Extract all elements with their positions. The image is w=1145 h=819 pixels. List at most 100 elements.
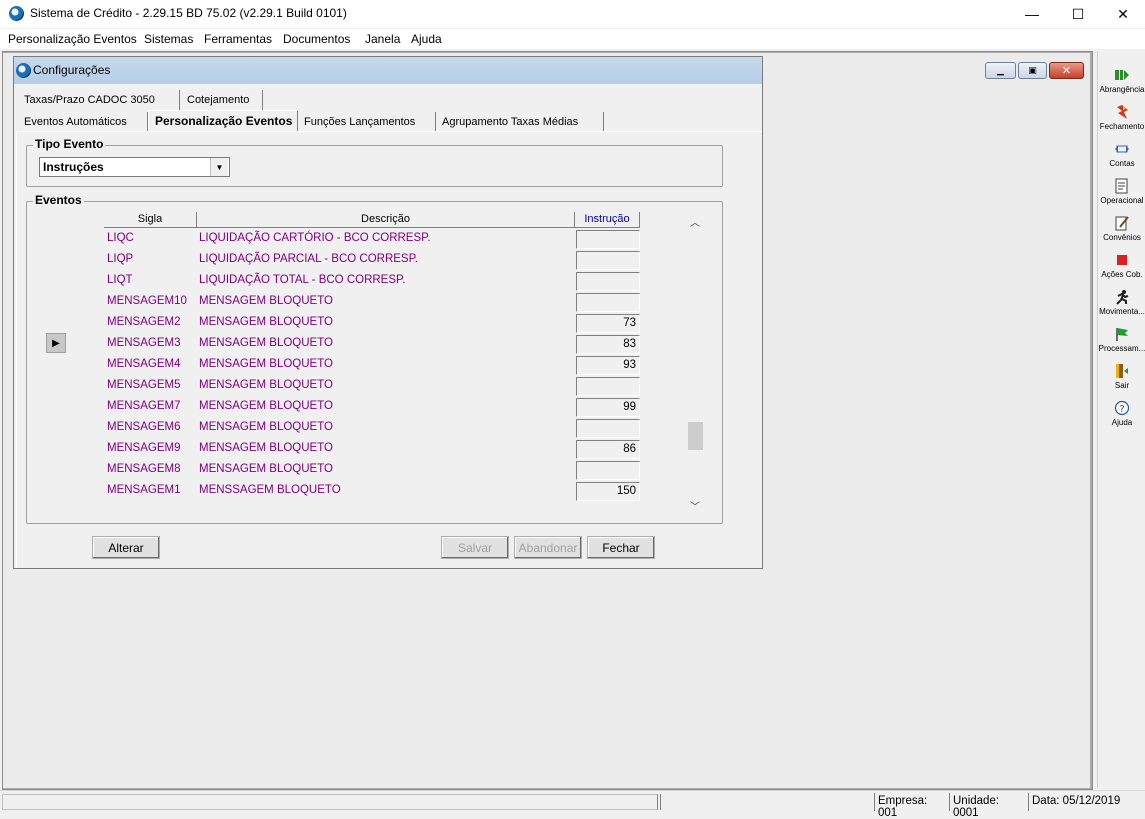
instrucao-input[interactable] <box>576 461 640 480</box>
menu-janela[interactable]: Janela <box>365 32 400 46</box>
status-data: Data: 05/12/2019 <box>1028 793 1128 811</box>
app-icon <box>9 6 24 21</box>
cell-sigla: MENSAGEM6 <box>107 421 181 433</box>
toolbar-contas[interactable]: Contas <box>1098 141 1145 168</box>
contas-icon <box>1114 141 1130 157</box>
scroll-down-icon[interactable]: ﹀ <box>686 496 704 514</box>
table-row[interactable]: MENSAGEM3 MENSAGEM BLOQUETO 83 <box>104 334 644 355</box>
toolbar-sair[interactable]: Sair <box>1098 363 1145 390</box>
toolbar-acoes-cob[interactable]: Ações Cob. <box>1098 252 1145 279</box>
instrucao-input[interactable]: 83 <box>576 335 640 354</box>
tab-cotejamento[interactable]: Cotejamento <box>181 90 263 110</box>
menu-documentos[interactable]: Documentos <box>283 32 350 46</box>
cell-descricao: MENSSAGEM BLOQUETO <box>199 484 341 496</box>
window-title: Configurações <box>33 63 111 77</box>
scroll-up-icon[interactable]: ︿ <box>686 212 704 230</box>
cell-descricao: MENSAGEM BLOQUETO <box>199 358 333 370</box>
instrucao-input[interactable]: 150 <box>576 482 640 501</box>
table-row[interactable]: MENSAGEM5 MENSAGEM BLOQUETO <box>104 376 644 397</box>
abandonar-button[interactable]: Abandonar <box>514 536 582 559</box>
table-row[interactable]: LIQP LIQUIDAÇÃO PARCIAL - BCO CORRESP. <box>104 250 644 271</box>
fechar-button[interactable]: Fechar <box>587 536 655 559</box>
chevron-down-icon[interactable]: ▼ <box>210 158 228 176</box>
close-button[interactable]: ✕ <box>1100 0 1145 28</box>
svg-text:?: ? <box>1119 404 1124 415</box>
minimize-button[interactable]: — <box>1009 0 1055 28</box>
menu-ajuda[interactable]: Ajuda <box>411 32 442 46</box>
window-minimize-button[interactable]: ▁ <box>985 62 1016 79</box>
table-row[interactable]: MENSAGEM6 MENSAGEM BLOQUETO <box>104 418 644 439</box>
toolbar-operacional[interactable]: Operacional <box>1098 178 1145 205</box>
menu-bar: Personalização Eventos Sistemas Ferramen… <box>0 29 1145 49</box>
cell-sigla: MENSAGEM10 <box>107 295 187 307</box>
current-row-indicator-icon: ▶ <box>46 333 66 353</box>
app-title: Sistema de Crédito - 2.29.15 BD 75.02 (v… <box>30 6 347 20</box>
alterar-button[interactable]: Alterar <box>92 536 160 559</box>
vertical-scrollbar[interactable] <box>686 212 704 517</box>
tab-agrupamento-taxas-medias[interactable]: Agrupamento Taxas Médias <box>436 112 604 132</box>
status-panel-main <box>2 794 658 810</box>
cell-descricao: MENSAGEM BLOQUETO <box>199 379 333 391</box>
instrucao-input[interactable] <box>576 377 640 396</box>
cell-sigla: LIQT <box>107 274 133 286</box>
salvar-button[interactable]: Salvar <box>441 536 509 559</box>
cell-descricao: LIQUIDAÇÃO TOTAL - BCO CORRESP. <box>199 274 406 286</box>
instrucao-input[interactable] <box>576 272 640 291</box>
table-row[interactable]: LIQT LIQUIDAÇÃO TOTAL - BCO CORRESP. <box>104 271 644 292</box>
cell-descricao: LIQUIDAÇÃO CARTÓRIO - BCO CORRESP. <box>199 232 431 244</box>
menu-sistemas[interactable]: Sistemas <box>144 32 193 46</box>
instrucao-input[interactable]: 99 <box>576 398 640 417</box>
instrucao-input[interactable] <box>576 419 640 438</box>
abrangencia-icon <box>1114 67 1130 83</box>
maximize-button[interactable]: ☐ <box>1055 0 1101 28</box>
instrucao-input[interactable] <box>576 230 640 249</box>
cell-descricao: LIQUIDAÇÃO PARCIAL - BCO CORRESP. <box>199 253 418 265</box>
table-row[interactable]: MENSAGEM7 MENSAGEM BLOQUETO 99 <box>104 397 644 418</box>
column-header-sigla[interactable]: Sigla <box>104 212 197 228</box>
window-restore-button[interactable]: ▣ <box>1018 62 1047 79</box>
toolbar-fechamento[interactable]: Fechamento <box>1098 104 1145 131</box>
tipo-evento-value: Instruções <box>43 160 104 174</box>
column-header-descricao[interactable]: Descrição <box>197 212 575 228</box>
status-panel-empty <box>660 794 868 810</box>
tab-eventos-automaticos[interactable]: Eventos Automáticos <box>18 112 148 132</box>
toolbar-movimenta[interactable]: Movimenta... <box>1098 289 1145 316</box>
toolbar-ajuda[interactable]: ? Ajuda <box>1098 400 1145 427</box>
table-row[interactable]: MENSAGEM4 MENSAGEM BLOQUETO 93 <box>104 355 644 376</box>
column-header-instrucao[interactable]: Instrução <box>575 212 640 228</box>
instrucao-input[interactable]: 93 <box>576 356 640 375</box>
cell-sigla: LIQC <box>107 232 134 244</box>
table-row[interactable]: MENSAGEM10 MENSAGEM BLOQUETO <box>104 292 644 313</box>
tab-personalizacao-eventos[interactable]: Personalização Eventos <box>148 110 298 132</box>
table-row[interactable]: LIQC LIQUIDAÇÃO CARTÓRIO - BCO CORRESP. <box>104 229 644 250</box>
tab-funcoes-lancamentos[interactable]: Funções Lançamentos <box>298 112 436 132</box>
menu-ferramentas[interactable]: Ferramentas <box>204 32 272 46</box>
instrucao-input[interactable]: 86 <box>576 440 640 459</box>
table-row[interactable]: MENSAGEM1 MENSSAGEM BLOQUETO 150 <box>104 481 644 502</box>
cell-sigla: MENSAGEM1 <box>107 484 181 496</box>
status-unidade: Unidade: 0001 <box>949 793 1026 819</box>
cell-sigla: MENSAGEM7 <box>107 400 181 412</box>
tab-taxas-prazo-cadoc[interactable]: Taxas/Prazo CADOC 3050 <box>18 90 180 110</box>
table-row[interactable]: MENSAGEM8 MENSAGEM BLOQUETO <box>104 460 644 481</box>
table-row[interactable]: MENSAGEM9 MENSAGEM BLOQUETO 86 <box>104 439 644 460</box>
window-icon <box>16 63 31 78</box>
fechamento-icon <box>1114 104 1130 120</box>
acoes-cob-icon <box>1114 252 1130 268</box>
instrucao-input[interactable]: 73 <box>576 314 640 333</box>
scroll-thumb[interactable] <box>688 422 703 450</box>
cell-descricao: MENSAGEM BLOQUETO <box>199 295 333 307</box>
instrucao-input[interactable] <box>576 293 640 312</box>
cell-descricao: MENSAGEM BLOQUETO <box>199 337 333 349</box>
operacional-icon <box>1114 178 1130 194</box>
window-titlebar[interactable] <box>14 57 762 84</box>
window-close-button[interactable]: ✕ <box>1049 62 1084 79</box>
tipo-evento-label: Tipo Evento <box>33 137 106 151</box>
toolbar-abrangencia[interactable]: Abrangência <box>1098 67 1145 94</box>
instrucao-input[interactable] <box>576 251 640 270</box>
table-row[interactable]: MENSAGEM2 MENSAGEM BLOQUETO 73 <box>104 313 644 334</box>
menu-personalizacao-eventos[interactable]: Personalização Eventos <box>8 32 137 46</box>
toolbar-convenios[interactable]: Convênios <box>1098 215 1145 242</box>
cell-sigla: MENSAGEM5 <box>107 379 181 391</box>
toolbar-processam[interactable]: Processam... <box>1098 326 1145 353</box>
